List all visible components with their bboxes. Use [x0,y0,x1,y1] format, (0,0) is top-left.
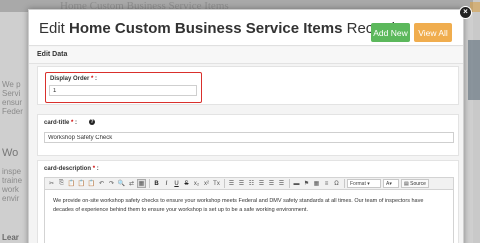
display-order-label: Display Order * : [50,76,97,82]
anchor-icon[interactable]: ⚑ [302,179,311,188]
underline-icon[interactable]: U [172,179,181,188]
label-colon: : [75,120,78,126]
link-icon[interactable]: ▬ [292,179,301,188]
bold-icon[interactable]: B [152,179,161,188]
superscript-icon[interactable]: x² [202,179,211,188]
source-label: Source [410,180,426,187]
label-text: card-description [44,166,92,172]
find-icon[interactable]: 🔍 [117,179,126,188]
text-color-select[interactable]: A ▾ [383,179,399,188]
title-prefix: Edit [39,20,70,37]
select-all-icon[interactable]: ▦ [137,179,146,188]
italic-icon[interactable]: I [162,179,171,188]
source-icon: ▤ [404,180,409,187]
label-text: card-title [44,120,70,126]
background-text-line: work [2,185,19,194]
align-center-icon[interactable]: ☰ [257,179,266,188]
background-text-line: We p [2,80,21,89]
subscript-icon[interactable]: x₂ [192,179,201,188]
add-new-button[interactable]: Add New [371,23,410,42]
undo-icon[interactable]: ↶ [97,179,106,188]
text-color-label: A [386,180,390,187]
paste-icon[interactable]: 📋 [67,179,76,188]
strikethrough-icon[interactable]: S [182,179,191,188]
modal-title: Edit Home Custom Business Service Items … [39,20,395,37]
card-title-input[interactable] [44,132,454,143]
toolbar-separator [224,179,225,188]
table-icon[interactable]: ▦ [312,179,321,188]
background-text-line: traine [2,176,23,185]
section-label: Edit Data [37,51,68,58]
close-icon[interactable]: × [459,6,472,19]
background-text-line: Servi [2,89,21,98]
horizontal-line-icon[interactable]: ≡ [322,179,331,188]
background-learn-link: Lear [2,233,19,242]
align-justify-icon[interactable]: ☰ [277,179,286,188]
format-label: Format [350,180,366,187]
info-icon[interactable]: ? [89,119,95,125]
background-image [468,40,480,100]
redo-icon[interactable]: ↷ [107,179,116,188]
align-left-icon[interactable]: ☷ [247,179,256,188]
card-description-label: card-description * : [44,166,99,172]
background-text-line: Feder [2,107,23,116]
numbered-list-icon[interactable]: ☰ [227,179,236,188]
toolbar-separator [344,179,345,188]
source-button[interactable]: ▤ Source [401,179,429,188]
display-order-panel: Display Order * : [37,66,459,105]
title-record-name: Home Custom Business Service Items [69,20,343,37]
label-text: Display Order [50,76,90,82]
edit-record-modal: Edit Home Custom Business Service Items … [28,9,464,243]
bullet-list-icon[interactable]: ☰ [237,179,246,188]
required-mark: * [71,120,74,126]
edit-data-header: Edit Data [29,47,463,64]
label-colon: : [95,76,98,82]
special-char-icon[interactable]: Ω [332,179,341,188]
format-select[interactable]: Format ▾ [347,179,381,188]
toolbar-separator [289,179,290,188]
replace-icon[interactable]: ⇄ [127,179,136,188]
cut-icon[interactable]: ✂ [47,179,56,188]
background-text-line: ensur [2,98,23,107]
toolbar-separator [149,179,150,188]
background-text-line: inspe [2,167,22,176]
background-section-heading: Wo [2,147,19,159]
label-colon: : [96,166,99,172]
view-all-button[interactable]: View All [414,23,452,42]
paste-text-icon[interactable]: 📋 [77,179,86,188]
background-right-strip [473,0,480,243]
modal-header: Edit Home Custom Business Service Items … [29,10,463,46]
align-right-icon[interactable]: ☰ [267,179,276,188]
background-text-line: envir [2,194,20,203]
card-title-panel: card-title * : ? [37,114,459,156]
required-mark: * [92,166,96,172]
display-order-input[interactable] [49,85,197,96]
remove-format-icon[interactable]: Tx [212,179,221,188]
paste-word-icon[interactable]: 📋 [87,179,96,188]
card-title-label: card-title * : [44,120,77,126]
card-description-panel: card-description * : ✂ ⎘ 📋 📋 📋 ↶ ↷ 🔍 ⇄ ▦… [37,160,459,243]
card-description-editor[interactable]: We provide on-site workshop safety check… [44,190,454,243]
required-mark: * [91,76,94,82]
editor-toolbar: ✂ ⎘ 📋 📋 📋 ↶ ↷ 🔍 ⇄ ▦ B I U S x₂ x² Tx ☰ ☰… [44,177,454,190]
copy-icon[interactable]: ⎘ [57,179,66,188]
